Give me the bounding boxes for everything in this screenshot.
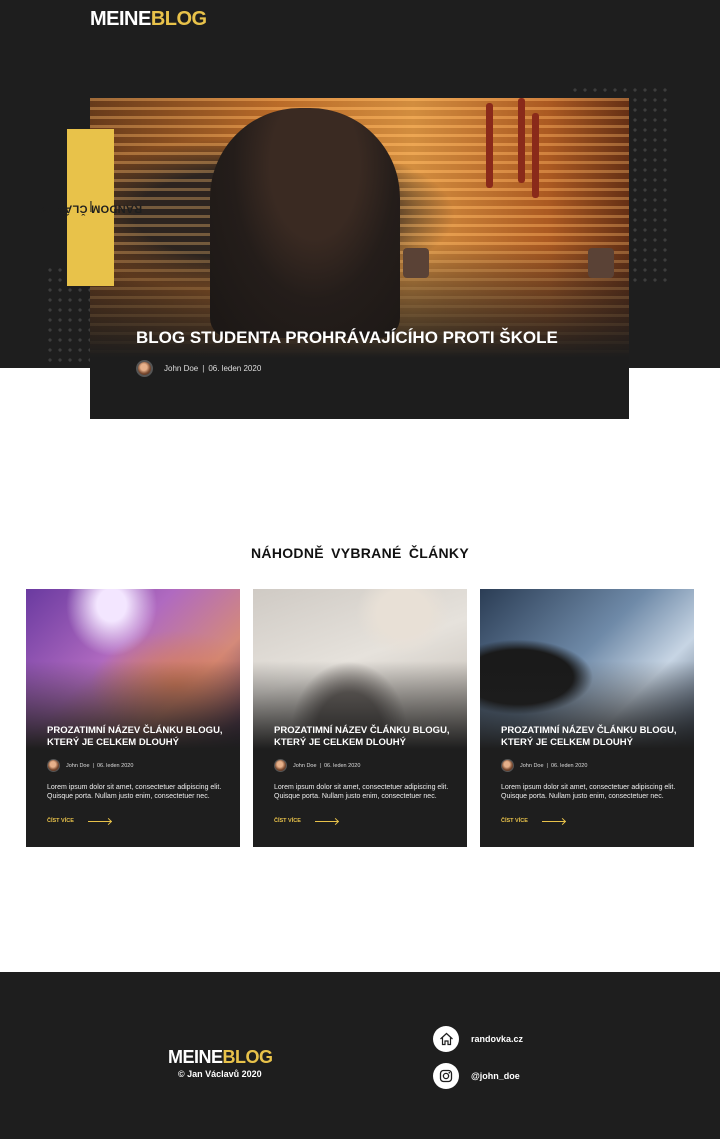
author-name: John Doe: [66, 762, 90, 769]
meta-separator: |: [202, 364, 205, 373]
read-more-link[interactable]: ČÍST VÍCE: [274, 818, 338, 824]
footer-logo[interactable]: MEINEBLOG: [168, 1047, 273, 1068]
article-card[interactable]: PROZATIMNÍ NÁZEV ČLÁNKU BLOGU, KTERÝ JE …: [480, 589, 694, 847]
meta-separator: |: [546, 762, 548, 769]
article-card[interactable]: PROZATIMNÍ NÁZEV ČLÁNKU BLOGU, KTERÝ JE …: [26, 589, 240, 847]
read-more-link[interactable]: ČÍST VÍCE: [47, 818, 111, 824]
article-card-excerpt: Lorem ipsum dolor sit amet, consectetuer…: [274, 784, 449, 800]
article-card-excerpt: Lorem ipsum dolor sit amet, consectetuer…: [47, 784, 222, 800]
instagram-link-label[interactable]: @john_doe: [471, 1071, 520, 1081]
candle: [518, 98, 525, 183]
avatar: [47, 759, 60, 772]
website-link[interactable]: randovka.cz: [433, 1026, 523, 1052]
random-article-tag: RANDOM ČLÁNEK —: [39, 129, 142, 286]
avatar: [501, 759, 514, 772]
featured-article-title[interactable]: BLOG STUDENTA PROHRÁVAJÍCÍHO PROTI ŠKOLE: [136, 328, 558, 348]
arrow-right-icon: [314, 820, 338, 822]
featured-article-image: [90, 98, 629, 358]
copyright: © Jan Václavů 2020: [178, 1069, 262, 1079]
avatar: [136, 360, 153, 377]
article-date: 06. leden 2020: [550, 762, 588, 769]
featured-article[interactable]: BLOG STUDENTA PROHRÁVAJÍCÍHO PROTI ŠKOLE…: [90, 98, 629, 419]
candle-holder: [403, 248, 429, 278]
article-card-title[interactable]: PROZATIMNÍ NÁZEV ČLÁNKU BLOGU, KTERÝ JE …: [501, 725, 681, 748]
author-name: John Doe: [293, 762, 317, 769]
article-card[interactable]: PROZATIMNÍ NÁZEV ČLÁNKU BLOGU, KTERÝ JE …: [253, 589, 467, 847]
instagram-link[interactable]: @john_doe: [433, 1063, 520, 1089]
candle-holder: [588, 248, 614, 278]
site-logo[interactable]: MEINEBLOG: [90, 8, 207, 31]
meta-separator: |: [92, 762, 94, 769]
website-link-label[interactable]: randovka.cz: [471, 1034, 523, 1044]
article-date: 06. leden 2020: [96, 762, 134, 769]
avatar: [274, 759, 287, 772]
person-figure: [210, 108, 400, 338]
article-card-title[interactable]: PROZATIMNÍ NÁZEV ČLÁNKU BLOGU, KTERÝ JE …: [47, 725, 227, 748]
read-more-link[interactable]: ČÍST VÍCE: [501, 818, 565, 824]
home-icon: [433, 1026, 459, 1052]
article-card-title[interactable]: PROZATIMNÍ NÁZEV ČLÁNKU BLOGU, KTERÝ JE …: [274, 725, 454, 748]
featured-article-meta: John Doe | 06. leden 2020: [136, 360, 261, 377]
author-name: John Doe: [164, 364, 199, 373]
instagram-icon: [433, 1063, 459, 1089]
article-card-meta: John Doe | 06. leden 2020: [501, 759, 587, 772]
article-date: 06. leden 2020: [323, 762, 361, 769]
meta-separator: |: [319, 762, 321, 769]
article-card-excerpt: Lorem ipsum dolor sit amet, consectetuer…: [501, 784, 676, 800]
candle: [532, 113, 539, 198]
article-date: 06. leden 2020: [208, 364, 262, 373]
arrow-right-icon: [541, 820, 565, 822]
article-card-meta: John Doe | 06. leden 2020: [274, 759, 360, 772]
candle: [486, 103, 493, 188]
section-title: NÁHODNĚ VYBRANÉ ČLÁNKY: [251, 545, 469, 561]
arrow-right-icon: [87, 820, 111, 822]
article-card-meta: John Doe | 06. leden 2020: [47, 759, 133, 772]
author-name: John Doe: [520, 762, 544, 769]
footer: MEINEBLOG © Jan Václavů 2020 randovka.cz…: [0, 972, 720, 1139]
